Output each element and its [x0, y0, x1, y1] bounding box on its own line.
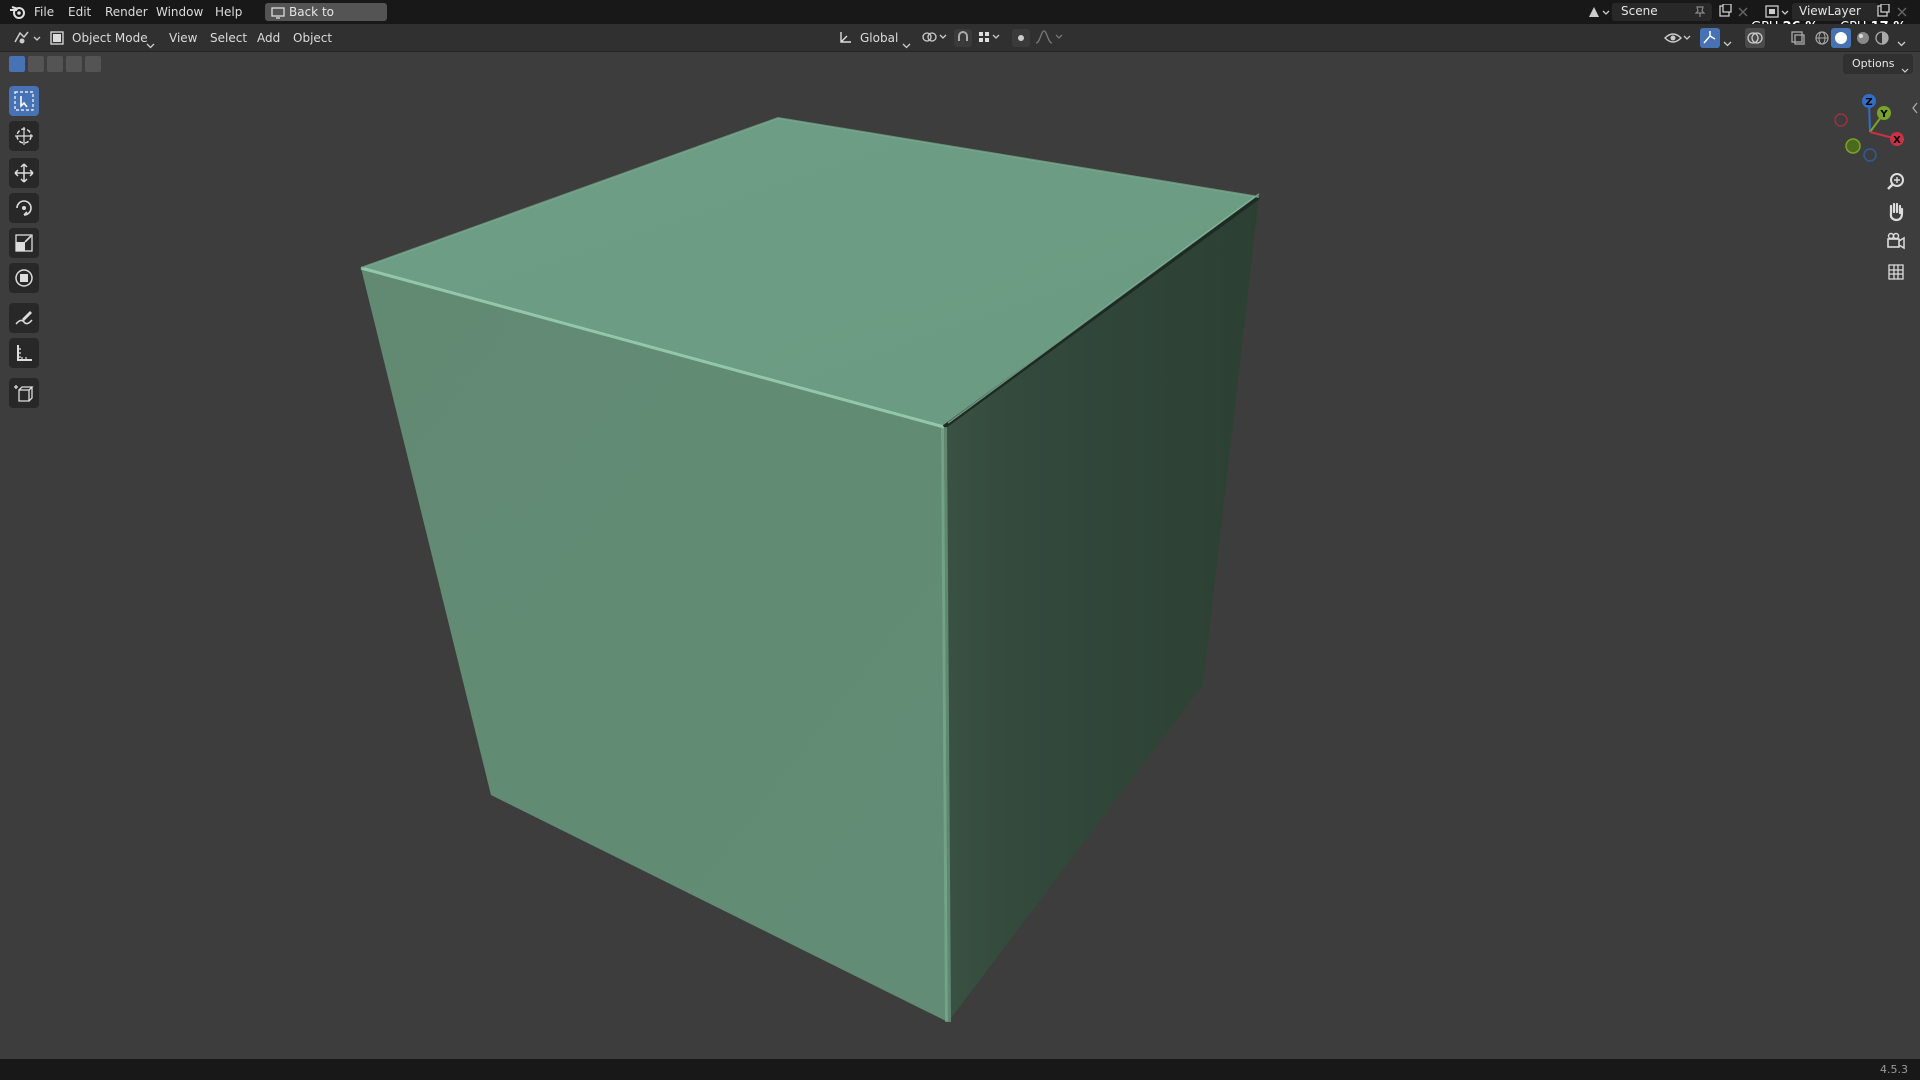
- zoom-icon: [1887, 173, 1904, 190]
- tool-cursor[interactable]: [9, 121, 39, 151]
- select-mode-invert[interactable]: [66, 56, 82, 72]
- tool-transform[interactable]: [9, 263, 39, 293]
- menu-select[interactable]: Select: [207, 30, 250, 46]
- proportional-editing-icon[interactable]: [1012, 29, 1030, 50]
- gizmo-toggle-icon[interactable]: [1700, 28, 1720, 51]
- visibility-eye-icon[interactable]: [1663, 29, 1693, 50]
- measure-icon: [17, 345, 32, 361]
- shading-material-icon[interactable]: [1855, 30, 1871, 49]
- tool-add-cube[interactable]: [9, 378, 39, 408]
- gizmo-x-label: X: [1893, 135, 1901, 146]
- menu-help[interactable]: Help: [212, 4, 245, 20]
- rotate-icon: [16, 200, 32, 216]
- falloff-curve-icon[interactable]: [1034, 29, 1064, 48]
- select-mode-new[interactable]: [9, 56, 25, 72]
- overlays-icon[interactable]: [1745, 28, 1765, 51]
- shading-wireframe-icon[interactable]: [1814, 30, 1830, 49]
- tool-move[interactable]: [9, 158, 39, 188]
- camera-view-button[interactable]: [1883, 229, 1909, 255]
- screen-icon: [271, 6, 285, 24]
- annotate-icon: [15, 311, 33, 325]
- editor-type-icon[interactable]: [12, 29, 42, 50]
- mode-dropdown[interactable]: Object Mode: [48, 28, 156, 51]
- mode-label: Object Mode: [72, 31, 148, 45]
- gizmo-z-label: Z: [1865, 97, 1872, 108]
- menu-file[interactable]: File: [31, 4, 57, 20]
- back-to-previous-button[interactable]: Back to Previous: [265, 3, 387, 37]
- perspective-toggle-button[interactable]: [1883, 259, 1909, 285]
- select-mode-intersect[interactable]: [85, 56, 101, 72]
- object-mode-icon: [50, 31, 64, 51]
- menu-object[interactable]: Object: [290, 30, 335, 46]
- view-layer-name: ViewLayer: [1799, 4, 1861, 18]
- blender-logo-icon[interactable]: [9, 4, 27, 23]
- hand-icon: [1889, 202, 1904, 222]
- add-cube-icon: [14, 385, 34, 402]
- tool-select-box[interactable]: [9, 86, 39, 116]
- 3d-viewport[interactable]: Options Z Y X: [0, 52, 1920, 1059]
- gizmo-y-label: Y: [1879, 109, 1888, 120]
- scene-icon[interactable]: [1586, 3, 1610, 24]
- menu-window[interactable]: Window: [153, 4, 206, 20]
- scene-name: Scene: [1621, 4, 1658, 18]
- tool-scale[interactable]: [9, 228, 39, 258]
- move-icon: [14, 163, 34, 183]
- sidebar-toggle-icon[interactable]: [1911, 102, 1919, 117]
- tool-annotate[interactable]: [9, 303, 39, 333]
- orientation-label: Global: [860, 31, 899, 45]
- shading-solid-icon[interactable]: [1831, 28, 1851, 51]
- view-layer-field[interactable]: ViewLayer: [1792, 3, 1878, 21]
- menu-edit[interactable]: Edit: [65, 4, 94, 20]
- tool-measure[interactable]: [9, 338, 39, 368]
- grid-icon: [1888, 264, 1904, 280]
- pin-icon[interactable]: [1694, 6, 1706, 21]
- scale-icon: [15, 234, 33, 252]
- snap-target-icon[interactable]: [977, 29, 1003, 48]
- gizmo-dropdown-icon[interactable]: [1723, 36, 1732, 50]
- menu-view[interactable]: View: [166, 30, 200, 46]
- navigation-gizmo[interactable]: Z Y X: [1830, 92, 1910, 172]
- cursor-icon: [15, 127, 33, 145]
- pivot-point-icon[interactable]: [921, 29, 949, 48]
- shading-rendered-icon[interactable]: [1874, 30, 1890, 49]
- menu-render[interactable]: Render: [102, 4, 151, 20]
- camera-icon: [1887, 232, 1905, 250]
- options-dropdown[interactable]: Options: [1843, 54, 1913, 74]
- viewport-header: Object Mode View Select Add Object Globa…: [0, 24, 1920, 52]
- delete-scene-icon[interactable]: [1738, 6, 1748, 20]
- options-label: Options: [1852, 57, 1895, 70]
- chevron-down-icon: [1901, 62, 1909, 76]
- cube-object[interactable]: [0, 52, 1920, 1059]
- zoom-button[interactable]: [1883, 169, 1909, 195]
- transform-orientation-dropdown[interactable]: Global: [838, 28, 912, 51]
- new-scene-icon[interactable]: [1718, 3, 1732, 21]
- tool-rotate[interactable]: [9, 193, 39, 223]
- scene-field[interactable]: Scene: [1612, 3, 1712, 21]
- menu-add[interactable]: Add: [254, 30, 283, 46]
- select-box-icon: [14, 91, 34, 111]
- xray-toggle-icon[interactable]: [1790, 30, 1806, 49]
- status-bar: 4.5.3: [0, 1059, 1920, 1080]
- orientation-axes-icon: [838, 31, 852, 51]
- select-mode-subtract[interactable]: [47, 56, 63, 72]
- delete-view-layer-icon[interactable]: [1897, 6, 1907, 20]
- shading-dropdown-icon[interactable]: [1897, 36, 1906, 50]
- new-view-layer-icon[interactable]: [1876, 3, 1890, 21]
- top-bar: File Edit Render Window Help Back to Pre…: [0, 0, 1920, 37]
- transform-icon: [15, 269, 33, 287]
- snap-magnet-icon[interactable]: [954, 29, 972, 50]
- select-mode-extend[interactable]: [28, 56, 44, 72]
- version-label: 4.5.3: [1880, 1063, 1908, 1076]
- pan-button[interactable]: [1883, 199, 1909, 225]
